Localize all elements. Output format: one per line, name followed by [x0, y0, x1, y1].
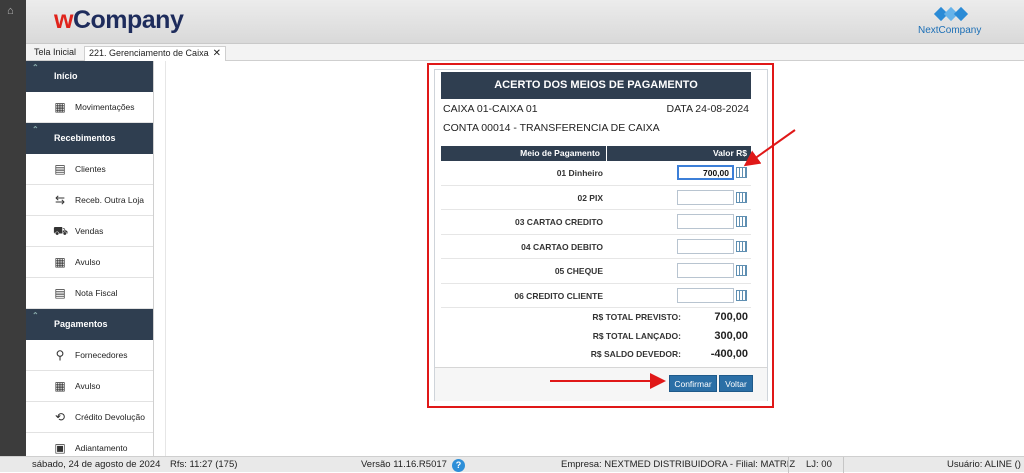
- cart-icon: ⛟: [53, 224, 69, 238]
- status-divider: [788, 457, 789, 473]
- sidebar-item-nota-fiscal[interactable]: ▤ Nota Fiscal: [26, 278, 153, 309]
- sidebar-item-clientes[interactable]: ▤ Clientes: [26, 154, 153, 185]
- app-header: wCompany NextCompany: [26, 0, 1024, 44]
- date-label: DATA 24-08-2024: [666, 103, 750, 115]
- grid-row: 02 PIX: [441, 186, 751, 210]
- grid-row: 06 CREDITO CLIENTE: [441, 284, 751, 308]
- saldo-devedor: R$ SALDO DEVEDOR: -400,00: [590, 348, 748, 360]
- sidebar-item-adiantamento[interactable]: ▣ Adiantamento: [26, 433, 153, 456]
- value-input-cartao-credito[interactable]: [677, 214, 734, 229]
- calculator-icon: ▦: [54, 379, 66, 393]
- caixa-label: CAIXA 01-CAIXA 01: [443, 103, 538, 115]
- advance-icon: ▣: [54, 441, 66, 455]
- calculator-icon[interactable]: [736, 191, 747, 203]
- sidebar-section-recebimentos[interactable]: ⌃ Recebimentos: [26, 123, 153, 154]
- calculator-icon: ▦: [54, 255, 66, 269]
- back-button[interactable]: Voltar: [719, 375, 753, 392]
- panel-footer: Confirmar Voltar: [435, 367, 767, 401]
- diamond-logo-icon: [933, 4, 974, 24]
- supplier-icon: ⚲: [55, 348, 65, 362]
- calculator-icon[interactable]: [736, 289, 747, 301]
- conta-label: CONTA 00014 - TRANSFERENCIA DE CAIXA: [443, 122, 660, 134]
- calculator-icon[interactable]: [736, 265, 747, 276]
- col-header-meio: Meio de Pagamento: [441, 146, 607, 161]
- cash-register-icon: ▦: [54, 100, 66, 114]
- value-input-cheque[interactable]: [677, 263, 734, 278]
- value-input-dinheiro[interactable]: 700,00: [677, 165, 734, 180]
- sidebar: ⌃ Início ▦ Movimentações ⌃ Recebimentos ▤ Cl…: [26, 61, 154, 456]
- grid-row: 03 CARTAO CREDITO: [441, 210, 751, 235]
- invoice-icon: ▤: [54, 286, 66, 300]
- calculator-icon[interactable]: [736, 240, 747, 252]
- status-lj: LJ: 00: [806, 459, 832, 470]
- wcompany-logo: wCompany: [54, 6, 184, 34]
- value-input-credito-cliente[interactable]: [677, 287, 734, 303]
- nextcompany-logo: NextCompany: [918, 4, 982, 40]
- home-icon[interactable]: ⌂: [7, 6, 19, 17]
- grid-row: 04 CARTAO DEBITO: [441, 235, 751, 259]
- sidebar-section-pagamentos[interactable]: ⌃ Pagamentos: [26, 309, 153, 340]
- status-version: Versão 11.16.R5017: [361, 459, 447, 470]
- sidebar-section-inicio[interactable]: ⌃ Início: [26, 61, 153, 92]
- status-date: sábado, 24 de agosto de 2024: [32, 459, 161, 470]
- tab-cash-management[interactable]: 221. Gerenciamento de Caixa ✕: [84, 46, 226, 61]
- total-lancado: R$ TOTAL LANÇADO: 300,00: [592, 330, 748, 342]
- refund-icon: ⟲: [54, 410, 66, 424]
- status-user: Usuário: ALINE (): [947, 459, 1021, 470]
- status-bar: sábado, 24 de agosto de 2024 Rfs: 11:27 …: [0, 456, 1024, 473]
- left-strip: ⌂: [0, 0, 26, 456]
- calculator-icon[interactable]: [736, 216, 747, 227]
- help-icon[interactable]: ?: [452, 459, 465, 472]
- tab-home[interactable]: Tela Inicial: [30, 46, 80, 61]
- grid-row: 01 Dinheiro 700,00: [441, 161, 751, 186]
- tab-bar: Tela Inicial 221. Gerenciamento de Caixa…: [26, 44, 1024, 61]
- grid-header: Meio de Pagamento Valor R$: [441, 146, 751, 161]
- status-rfs: Rfs: 11:27 (175): [170, 459, 238, 470]
- value-input-pix[interactable]: [677, 189, 734, 205]
- sidebar-item-credito-devolucao[interactable]: ⟲ Crédito Devolução: [26, 402, 153, 433]
- sidebar-item-fornecedores[interactable]: ⚲ Fornecedores: [26, 340, 153, 371]
- sidebar-gutter: [154, 61, 166, 456]
- payment-settlement-panel: ACERTO DOS MEIOS DE PAGAMENTO CAIXA 01-C…: [434, 69, 768, 401]
- sidebar-item-receb-outra-loja[interactable]: ⇆ Receb. Outra Loja: [26, 185, 153, 216]
- confirm-button[interactable]: Confirmar: [669, 375, 717, 392]
- sidebar-item-avulso-pag[interactable]: ▦ Avulso: [26, 371, 153, 402]
- sidebar-item-movimentacoes[interactable]: ▦ Movimentações: [26, 92, 153, 123]
- sidebar-item-vendas[interactable]: ⛟ Vendas: [26, 216, 153, 247]
- money-stack-icon: ▤: [54, 162, 66, 176]
- grid-row: 05 CHEQUE: [441, 259, 751, 284]
- value-input-cartao-debito[interactable]: [677, 238, 734, 254]
- total-previsto: R$ TOTAL PREVISTO: 700,00: [592, 311, 748, 323]
- calculator-icon[interactable]: [736, 167, 747, 178]
- status-divider: [843, 457, 844, 473]
- panel-title: ACERTO DOS MEIOS DE PAGAMENTO: [441, 72, 751, 99]
- payment-grid: Meio de Pagamento Valor R$ 01 Dinheiro 7…: [441, 146, 751, 308]
- money-transfer-icon: ⇆: [54, 193, 66, 207]
- close-icon[interactable]: ✕: [213, 48, 221, 59]
- status-empresa: Empresa: NEXTMED DISTRIBUIDORA - Filial:…: [561, 459, 796, 470]
- sidebar-item-avulso-receb[interactable]: ▦ Avulso: [26, 247, 153, 278]
- col-header-valor: Valor R$: [712, 148, 747, 158]
